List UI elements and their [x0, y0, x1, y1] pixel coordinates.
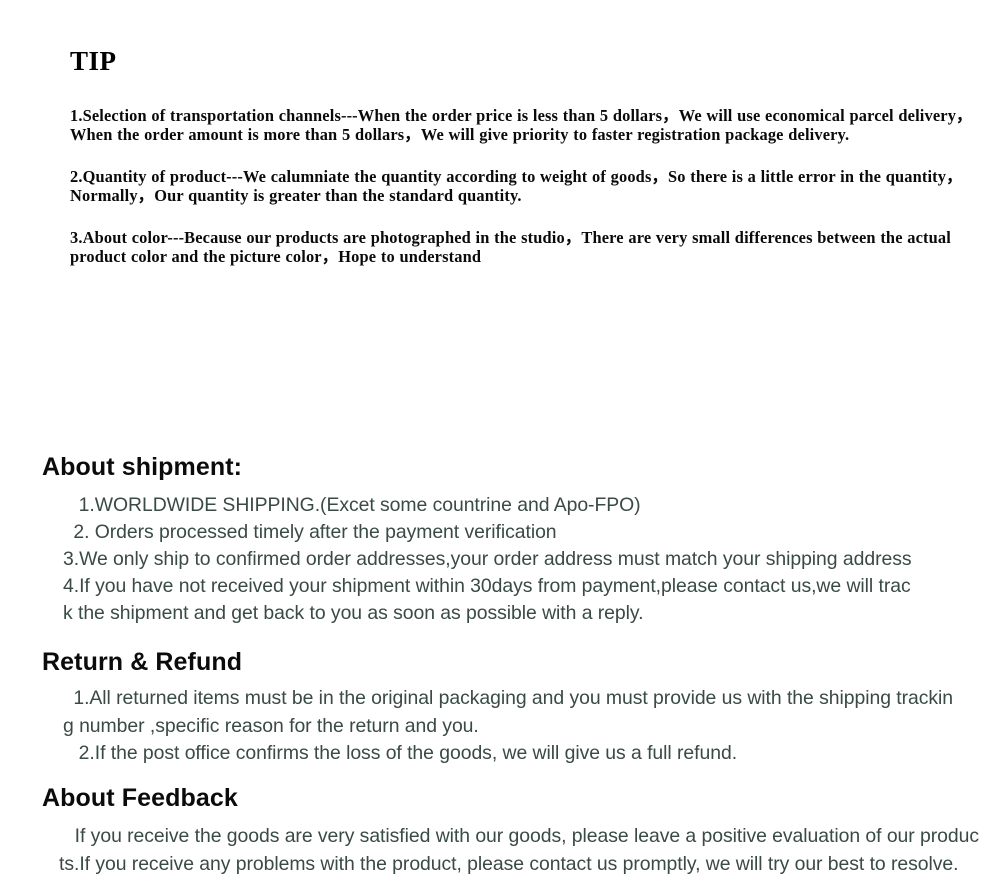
return-line-1: 1.All returned items must be in the orig… [68, 687, 954, 709]
section-heading-about-shipment: About shipment: [42, 453, 243, 481]
shipment-line-2: 2. Orders processed timely after the pay… [68, 521, 557, 543]
tip-block: TIP 1.Selection of transportation channe… [70, 46, 995, 266]
tip-paragraph-color: 3.About color---Because our products are… [70, 227, 951, 267]
product-description-page: TIP 1.Selection of transportation channe… [0, 0, 1000, 895]
section-heading-return-refund: Return & Refund [42, 648, 243, 676]
shipment-line-1: 1.WORLDWIDE SHIPPING.(Excet some countri… [68, 494, 641, 516]
section-about-shipment: About shipment: 1.WORLDWIDE SHIPPING.(Ex… [0, 452, 1000, 627]
return-line-2: g number ,specific reason for the return… [63, 714, 479, 737]
shipment-line-5: k the shipment and get back to you as so… [63, 602, 644, 624]
policy-sections: About shipment: 1.WORLDWIDE SHIPPING.(Ex… [0, 452, 1000, 878]
feedback-line-1: If you receive the goods are very satisf… [64, 824, 980, 847]
section-about-feedback: About Feedback If you receive the goods … [0, 783, 1000, 878]
section-return-refund: Return & Refund 1.All returned items mus… [0, 647, 1000, 768]
section-body-about-feedback: If you receive the goods are very satisf… [0, 822, 1000, 878]
shipment-line-4: 4.If you have not received your shipment… [63, 575, 911, 597]
feedback-line-2: ts.If you receive any problems with the … [59, 852, 959, 875]
shipment-line-3: 3.We only ship to confirmed order addres… [63, 548, 912, 570]
section-body-about-shipment: 1.WORLDWIDE SHIPPING.(Excet some countri… [0, 492, 1000, 627]
return-line-3: 2.If the post office confirms the loss o… [68, 742, 738, 764]
tip-title: TIP [70, 46, 117, 76]
section-heading-about-feedback: About Feedback [42, 783, 238, 812]
tip-paragraph-quantity: 2.Quantity of product---We calumniate th… [70, 166, 963, 206]
section-body-return-refund: 1.All returned items must be in the orig… [0, 685, 1000, 768]
tip-paragraph-transportation: 1.Selection of transportation channels--… [70, 106, 973, 145]
